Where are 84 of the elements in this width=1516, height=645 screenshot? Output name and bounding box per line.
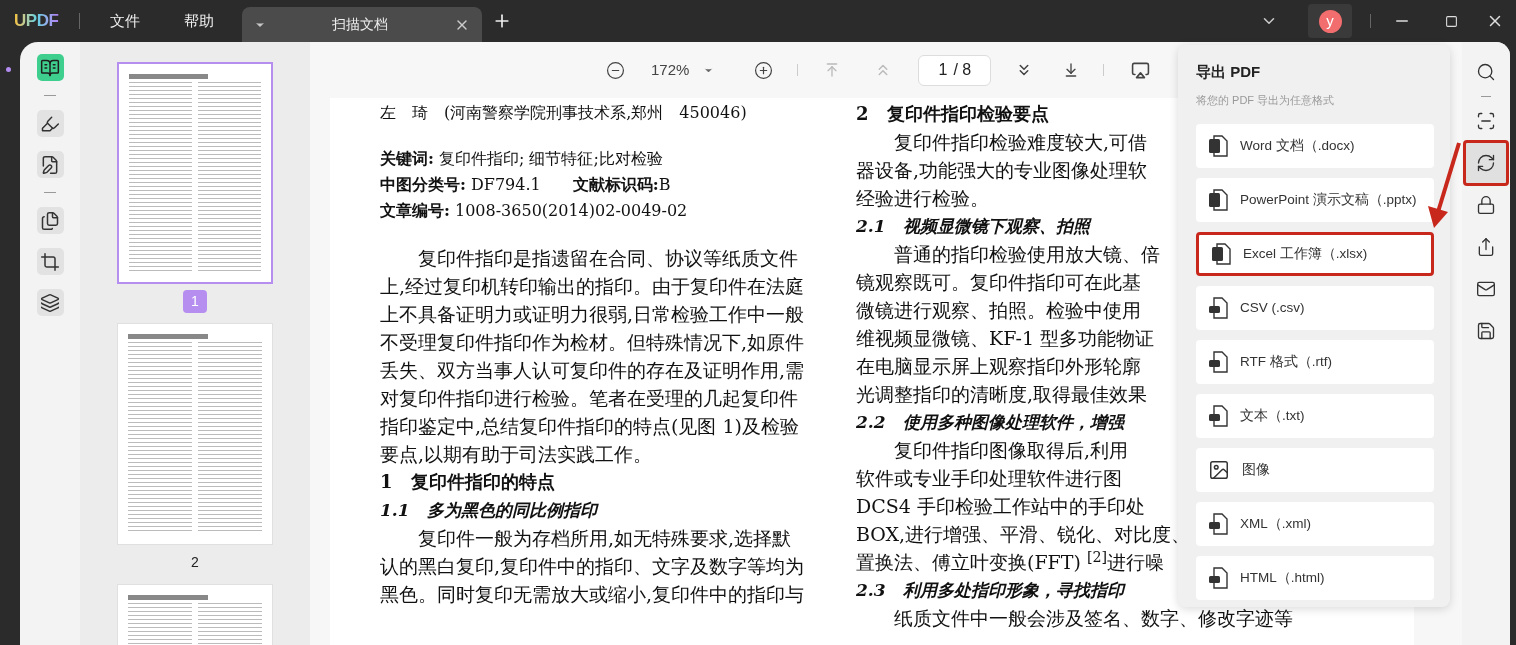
export-format-option[interactable]: XML（.xml) [1196, 502, 1434, 546]
export-format-option[interactable]: Excel 工作簿（.xlsx) [1196, 232, 1434, 276]
document-text-line: 光调整指印的清晰度,取得最佳效果 [856, 382, 1148, 407]
document-text-line: 丢失、双方当事人认可复印件的存在及证明作用,需 [380, 358, 805, 383]
document-text-line: 软件或专业手印处理软件进行图 [856, 466, 1122, 491]
export-format-option[interactable]: RTF 格式（.rtf) [1196, 340, 1434, 384]
search-icon [1476, 62, 1496, 82]
document-text-line: 上,经过复印机转印输出的指印。由于复印件在法庭 [380, 274, 805, 299]
document-text-line: 纸质文件中一般会涉及签名、数字、修改字迹等 [893, 606, 1293, 631]
scan-icon [1476, 111, 1496, 131]
document-text-line: 复印件指印是指遗留在合同、协议等纸质文件 [417, 246, 798, 271]
page-number-field[interactable]: 1 / 8 [918, 54, 992, 86]
section-heading: 2.1 视频显微镜下观察、拍照 [856, 215, 1090, 238]
web-file-icon [1208, 567, 1228, 589]
lock-icon [1476, 195, 1496, 215]
book-tool-button[interactable] [36, 54, 64, 81]
crop-tool-button[interactable] [36, 248, 64, 275]
page-number: 2 [190, 553, 200, 572]
document-text-line: 置换法、傅立叶变换(FFT) $^{[2]}$进行噪 [856, 548, 1165, 575]
section-heading: 2.3 利用多处指印形象，寻找指印 [856, 579, 1124, 602]
zoom-level[interactable]: 172% [651, 58, 690, 82]
panel-title: 导出 PDF [1196, 62, 1261, 82]
user-avatar: y [1318, 9, 1342, 33]
word-file-icon [1208, 135, 1228, 157]
presentation-icon[interactable] [1131, 60, 1151, 80]
document-text-line: 认的黑白复印,复印件中的指印、文字及数字等均为 [380, 554, 805, 579]
document-text-line: 不受理复印件指印作为检材。但特殊情况下,如原件 [380, 330, 805, 355]
section-heading: 2 复印件指印检验要点 [856, 102, 1049, 126]
document-text-line: 在电脑显示屏上观察指印外形轮廓 [856, 354, 1141, 379]
export-format-option[interactable]: PowerPoint 演示文稿（.pptx) [1196, 178, 1434, 222]
export-format-option[interactable]: 文本（.txt) [1196, 394, 1434, 438]
section-heading: 1.1 多为黑色的同比例指印 [380, 499, 597, 522]
document-text-line: 黑色。同时复印无需放大或缩小,复印件中的指印与 [380, 582, 805, 607]
export-format-option[interactable]: Word 文档（.docx) [1196, 124, 1434, 168]
document-text-line: 镜观察既可。复印件指印可在此基 [856, 270, 1141, 295]
image-icon [1208, 459, 1230, 481]
document-text-line: 中图分类号: DF794.1 文献标识码:B [380, 174, 671, 196]
menu-item[interactable]: 文件 [109, 9, 140, 33]
slides-file-icon [1208, 189, 1228, 211]
export-format-option[interactable]: 图像 [1196, 448, 1434, 492]
document-text-line: 器设备,功能强大的专业图像处理软 [856, 158, 1148, 183]
tab-title: 扫描文档 [330, 15, 389, 34]
document-text-line: 维视频显微镜、KF-1 型多功能物证 [856, 326, 1155, 351]
page-thumbnail[interactable] [117, 62, 273, 284]
csv-file-icon [1208, 297, 1228, 319]
convert-tool-button[interactable] [1463, 140, 1509, 186]
highlighter-tool-button[interactable] [36, 110, 64, 137]
save-icon [1476, 321, 1496, 341]
mail-icon [1476, 279, 1496, 299]
document-text-line: 上不具备证明力或证明力很弱,日常检验工作中一般 [380, 302, 805, 327]
share-icon [1476, 237, 1496, 257]
document-text-line: 要点,以期有助于司法实践工作。 [380, 442, 653, 467]
layers-tool-button[interactable] [36, 289, 64, 316]
text-file-icon [1208, 405, 1228, 427]
document-text-line: 复印件指印图像取得后,利用 [893, 438, 1129, 463]
pages-tool-button[interactable] [36, 207, 64, 234]
edit-document-tool-button[interactable] [36, 151, 64, 178]
rtf-file-icon [1208, 351, 1228, 373]
document-text-line: 关键词: 复印件指印; 细节特征;比对检验 [380, 148, 663, 170]
document-text-line: 微镜进行观察、拍照。检验中使用 [856, 298, 1141, 323]
document-text-line: 文章编号: 1008-3650(2014)02-0049-02 [380, 200, 688, 222]
section-heading: 2.2 使用多种图像处理软件，增强 [856, 411, 1124, 434]
export-format-option[interactable]: HTML（.html) [1196, 556, 1434, 600]
spreadsheet-file-icon [1211, 243, 1231, 265]
document-text-line: 复印件指印检验难度较大,可借 [893, 130, 1148, 155]
document-text-line: 对复印件指印进行检验。笔者在受理的几起复印件 [380, 386, 798, 411]
page-number: 1 [183, 290, 207, 313]
document-text-line: 普通的指印检验使用放大镜、倍 [893, 242, 1160, 267]
code-file-icon [1208, 513, 1228, 535]
section-heading: 1 复印件指印的特点 [380, 470, 555, 494]
document-tab[interactable]: 扫描文档 [241, 7, 482, 42]
zoom-out-icon[interactable] [606, 60, 625, 80]
document-text-line: DCS4 手印检验工作站中的手印处 [856, 494, 1145, 519]
maximize-icon[interactable] [1445, 14, 1458, 28]
document-text-line: 经验进行检验。 [856, 186, 989, 211]
document-text-line: 指印鉴定中,总结复印件指印的特点(见图 1)及检验 [380, 414, 799, 439]
menu-item[interactable]: 帮助 [183, 9, 214, 33]
document-text-line: 左 琦 (河南警察学院刑事技术系,郑州 450046) [380, 102, 747, 124]
zoom-in-icon[interactable] [754, 60, 774, 80]
document-text-line: BOX,进行增强、平滑、锐化、对比度、 [856, 522, 1191, 547]
export-format-option[interactable]: CSV (.csv) [1196, 286, 1434, 330]
panel-subtitle: 将您的 PDF 导出为任意格式 [1196, 92, 1335, 108]
document-text-line: 复印件一般为存档所用,如无特殊要求,选择默 [417, 526, 792, 551]
convert-icon [1476, 153, 1496, 173]
